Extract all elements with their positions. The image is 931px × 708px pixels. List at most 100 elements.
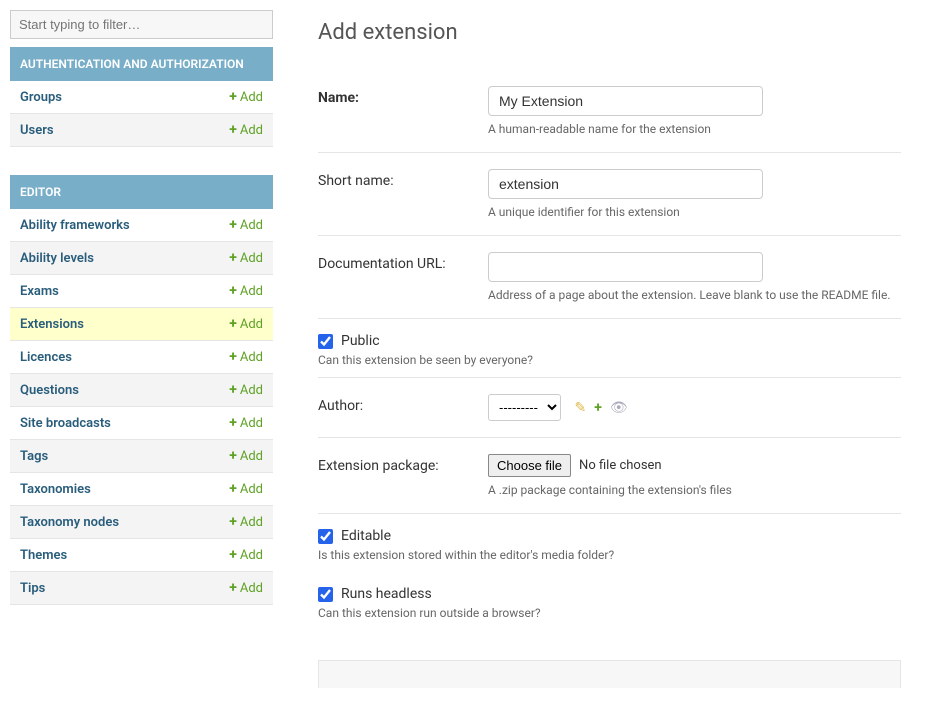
add-link[interactable]: + Add <box>229 547 263 563</box>
plus-icon: + <box>229 580 237 596</box>
sidebar-item-link[interactable]: Questions <box>20 383 79 398</box>
add-link[interactable]: + Add <box>229 250 263 266</box>
add-label: Add <box>240 515 263 530</box>
name-input[interactable] <box>488 86 763 116</box>
short-name-input[interactable] <box>488 169 763 199</box>
add-link[interactable]: + Add <box>229 481 263 497</box>
sidebar-item-link[interactable]: Tips <box>20 581 45 596</box>
section-header: AUTHENTICATION AND AUTHORIZATION <box>10 47 273 81</box>
plus-icon: + <box>229 250 237 266</box>
add-link[interactable]: + Add <box>229 89 263 105</box>
sidebar-item: Extensions + Add <box>10 308 273 341</box>
add-label: Add <box>240 350 263 365</box>
plus-icon: + <box>229 415 237 431</box>
plus-icon: + <box>229 217 237 233</box>
add-label: Add <box>240 482 263 497</box>
plus-icon: + <box>229 283 237 299</box>
add-label: Add <box>240 548 263 563</box>
sidebar-item-link[interactable]: Licences <box>20 350 72 365</box>
sidebar-item: Questions + Add <box>10 374 273 407</box>
sidebar-item: Groups + Add <box>10 81 273 114</box>
short-name-label: Short name: <box>318 169 488 189</box>
public-label: Public <box>341 333 380 349</box>
eye-icon[interactable]: 👁 <box>610 400 628 416</box>
main-content: Add extension Name: A human-readable nam… <box>273 0 931 708</box>
add-link[interactable]: + Add <box>229 448 263 464</box>
add-link[interactable]: + Add <box>229 382 263 398</box>
author-select[interactable]: --------- <box>488 394 561 421</box>
section-header: EDITOR <box>10 175 273 209</box>
sidebar-item: Exams + Add <box>10 275 273 308</box>
plus-icon: + <box>229 547 237 563</box>
sidebar-item: Themes + Add <box>10 539 273 572</box>
sidebar-item: Licences + Add <box>10 341 273 374</box>
doc-url-label: Documentation URL: <box>318 252 488 272</box>
sidebar-item-link[interactable]: Ability frameworks <box>20 218 130 233</box>
sidebar-item-link[interactable]: Taxonomy nodes <box>20 515 119 530</box>
add-label: Add <box>240 581 263 596</box>
doc-url-input[interactable] <box>488 252 763 282</box>
sidebar-item-link[interactable]: Ability levels <box>20 251 94 266</box>
add-link[interactable]: + Add <box>229 415 263 431</box>
plus-icon: + <box>229 89 237 105</box>
sidebar-item-link[interactable]: Themes <box>20 548 67 563</box>
add-link[interactable]: + Add <box>229 217 263 233</box>
add-label: Add <box>240 317 263 332</box>
plus-icon: + <box>229 349 237 365</box>
sidebar-item: Taxonomy nodes + Add <box>10 506 273 539</box>
public-checkbox[interactable] <box>318 334 333 349</box>
no-file-text: No file chosen <box>579 458 662 473</box>
sidebar-item: Ability frameworks + Add <box>10 209 273 242</box>
short-name-help: A unique identifier for this extension <box>488 205 901 219</box>
choose-file-button[interactable]: Choose file <box>488 454 571 477</box>
add-label: Add <box>240 416 263 431</box>
page-title: Add extension <box>318 20 901 45</box>
add-label: Add <box>240 284 263 299</box>
sidebar-item: Tips + Add <box>10 572 273 605</box>
add-label: Add <box>240 123 263 138</box>
author-label: Author: <box>318 394 488 414</box>
plus-icon: + <box>229 481 237 497</box>
editable-help: Is this extension stored within the edit… <box>318 548 901 562</box>
sidebar-item: Tags + Add <box>10 440 273 473</box>
add-link[interactable]: + Add <box>229 580 263 596</box>
package-label: Extension package: <box>318 454 488 474</box>
add-link[interactable]: + Add <box>229 283 263 299</box>
editable-checkbox[interactable] <box>318 529 333 544</box>
plus-icon[interactable]: + <box>594 400 602 416</box>
add-link[interactable]: + Add <box>229 514 263 530</box>
filter-input[interactable] <box>10 10 273 39</box>
runs-headless-help: Can this extension run outside a browser… <box>318 606 901 620</box>
runs-headless-label: Runs headless <box>341 586 432 602</box>
add-link[interactable]: + Add <box>229 122 263 138</box>
plus-icon: + <box>229 448 237 464</box>
add-label: Add <box>240 90 263 105</box>
add-label: Add <box>240 251 263 266</box>
plus-icon: + <box>229 382 237 398</box>
add-link[interactable]: + Add <box>229 316 263 332</box>
pencil-icon[interactable]: ✎ <box>574 400 586 416</box>
runs-headless-checkbox[interactable] <box>318 587 333 602</box>
editable-label: Editable <box>341 528 391 544</box>
add-label: Add <box>240 383 263 398</box>
sidebar-item: Site broadcasts + Add <box>10 407 273 440</box>
sidebar: AUTHENTICATION AND AUTHORIZATION Groups + … <box>0 0 273 708</box>
package-help: A .zip package containing the extension'… <box>488 483 901 497</box>
name-help: A human-readable name for the extension <box>488 122 901 136</box>
sidebar-item-link[interactable]: Tags <box>20 449 48 464</box>
name-label: Name: <box>318 86 488 106</box>
sidebar-item-link[interactable]: Exams <box>20 284 59 299</box>
sidebar-item-link[interactable]: Taxonomies <box>20 482 91 497</box>
plus-icon: + <box>229 316 237 332</box>
sidebar-item-link[interactable]: Extensions <box>20 317 84 332</box>
sidebar-item-link[interactable]: Groups <box>20 90 62 105</box>
doc-url-help: Address of a page about the extension. L… <box>488 288 901 302</box>
public-help: Can this extension be seen by everyone? <box>318 353 901 367</box>
sidebar-item-link[interactable]: Users <box>20 123 54 138</box>
sidebar-item: Taxonomies + Add <box>10 473 273 506</box>
sidebar-item: Ability levels + Add <box>10 242 273 275</box>
sidebar-item-link[interactable]: Site broadcasts <box>20 416 111 431</box>
add-link[interactable]: + Add <box>229 349 263 365</box>
plus-icon: + <box>229 122 237 138</box>
plus-icon: + <box>229 514 237 530</box>
